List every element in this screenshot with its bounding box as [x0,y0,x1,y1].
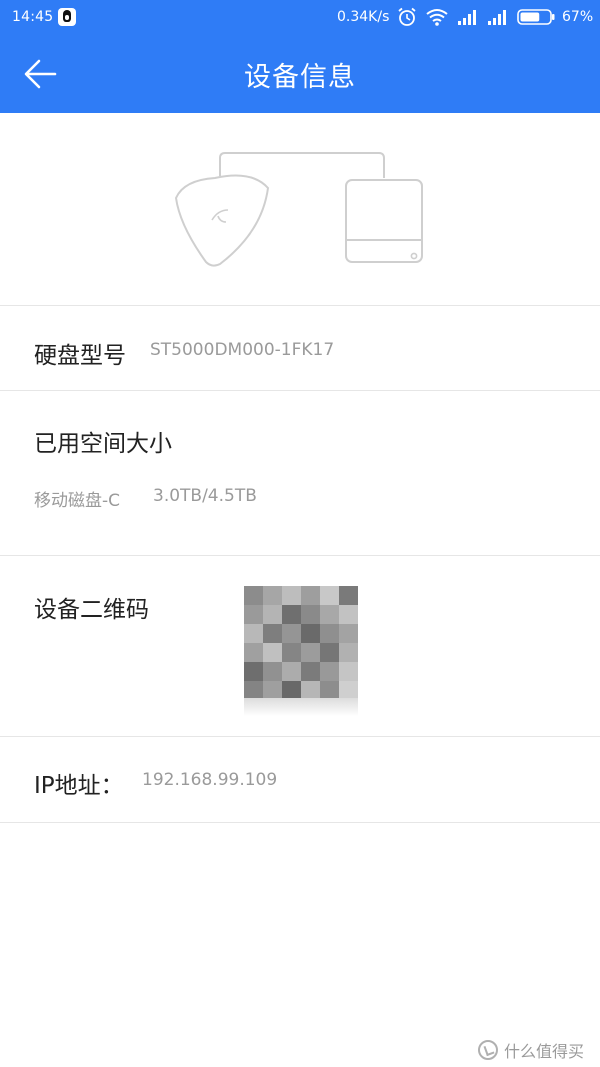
network-speed: 0.34K/s [337,9,390,25]
battery-percent: 67% [562,9,594,25]
disk-name: 移动磁盘-C [34,491,121,511]
divider [0,305,600,306]
qr-code-pixels [244,586,358,700]
ip-address-value: 192.168.99.109 [142,770,278,790]
page-title: 设备信息 [244,62,356,93]
divider [0,822,600,823]
qq-icon [58,8,76,26]
divider [0,555,600,556]
cable-illustration [219,152,385,178]
battery-icon [517,9,555,25]
wifi-icon [426,9,448,26]
logo-icon [478,1040,498,1060]
qr-code-label: 设备二维码 [34,597,149,623]
device-illustration [174,152,423,267]
hard-disk-model-value: ST5000DM000-1FK17 [150,340,335,360]
app-header: 设备信息 [0,34,600,113]
ip-address-label: IP地址： [34,773,124,799]
watermark: 什么值得买 [478,1038,584,1062]
hard-disk-model-label: 硬盘型号 [34,343,126,369]
alarm-icon [398,7,416,26]
qr-code-image[interactable] [244,586,358,716]
hard-disk-icon [345,179,423,263]
disk-usage: 3.0TB/4.5TB [153,486,257,506]
signal-icon [488,10,506,25]
status-time: 14:45 [12,9,54,25]
status-bar: 14:45 0.34K/s 67% [0,0,600,34]
signal-icon [458,10,476,25]
divider [0,390,600,391]
divider [0,736,600,737]
used-space-label: 已用空间大小 [34,431,172,457]
watermark-text: 什么值得买 [504,1042,585,1061]
router-icon [174,174,270,267]
